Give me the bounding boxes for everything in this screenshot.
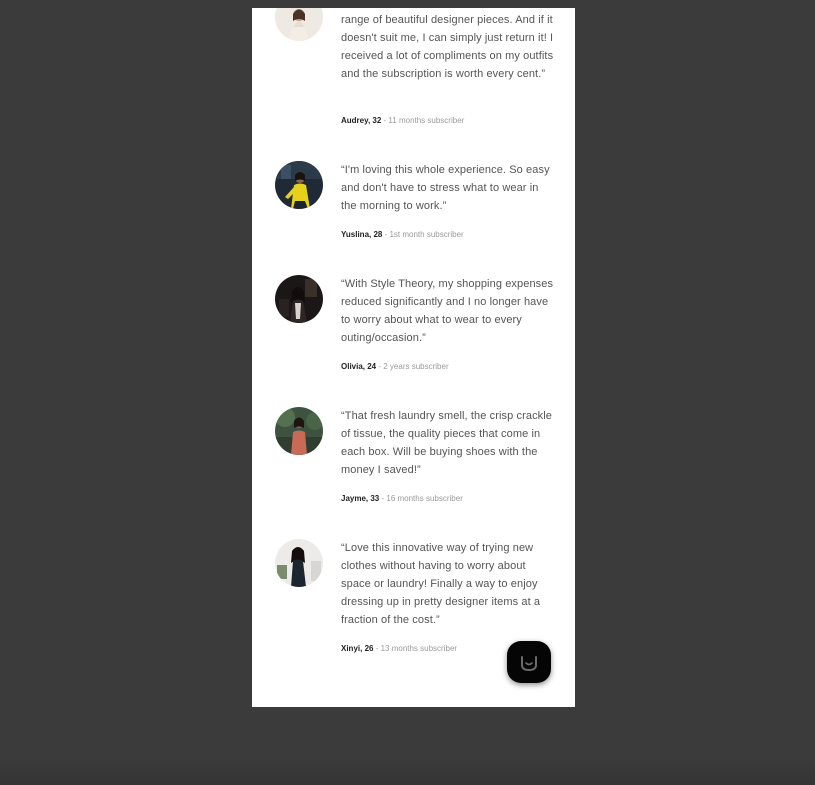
testimonial-quote: “Love this innovative way of trying new … xyxy=(341,542,541,626)
testimonial-meta: Xinyi, 26 - 13 months subscriber xyxy=(341,643,457,655)
reviewer-name: Xinyi, 26 xyxy=(341,644,374,653)
testimonial-meta: Olivia, 24 - 2 years subscriber xyxy=(341,361,449,373)
avatar xyxy=(275,539,323,587)
chat-button[interactable] xyxy=(507,641,551,683)
avatar xyxy=(275,407,323,455)
smile-chat-icon xyxy=(521,656,537,672)
bottom-edge xyxy=(0,760,815,785)
subscriber-tenure: 2 years subscriber xyxy=(383,362,449,371)
testimonial-quote: range of beautiful designer pieces. And … xyxy=(341,14,554,80)
subscriber-tenure: 16 months subscriber xyxy=(386,494,463,503)
reviewer-name: Yuslina, 28 xyxy=(341,230,383,239)
avatar xyxy=(275,275,323,323)
testimonial-meta: Audrey, 32 - 11 months subscriber xyxy=(341,115,464,127)
reviewer-name: Olivia, 24 xyxy=(341,362,377,371)
avatar xyxy=(275,8,323,41)
testimonial-meta: Jayme, 33 - 16 months subscriber xyxy=(341,493,463,505)
subscriber-tenure: 11 months subscriber xyxy=(388,116,465,125)
avatar xyxy=(275,161,323,209)
testimonial-quote: “That fresh laundry smell, the crisp cra… xyxy=(341,410,553,476)
meta-separator: - xyxy=(373,644,381,653)
reviewer-name: Jayme, 33 xyxy=(341,494,380,503)
testimonial-quote: “I'm loving this whole experience. So ea… xyxy=(341,164,550,212)
reviewer-name: Audrey, 32 xyxy=(341,116,382,125)
subscriber-tenure: 1st month subscriber xyxy=(389,230,464,239)
testimonial-meta: Yuslina, 28 - 1st month subscriber xyxy=(341,229,464,241)
testimonials-panel[interactable]: range of beautiful designer pieces. And … xyxy=(252,8,575,707)
subscriber-tenure: 13 months subscriber xyxy=(380,644,458,653)
testimonial-quote: “With Style Theory, my shopping expenses… xyxy=(341,278,554,344)
